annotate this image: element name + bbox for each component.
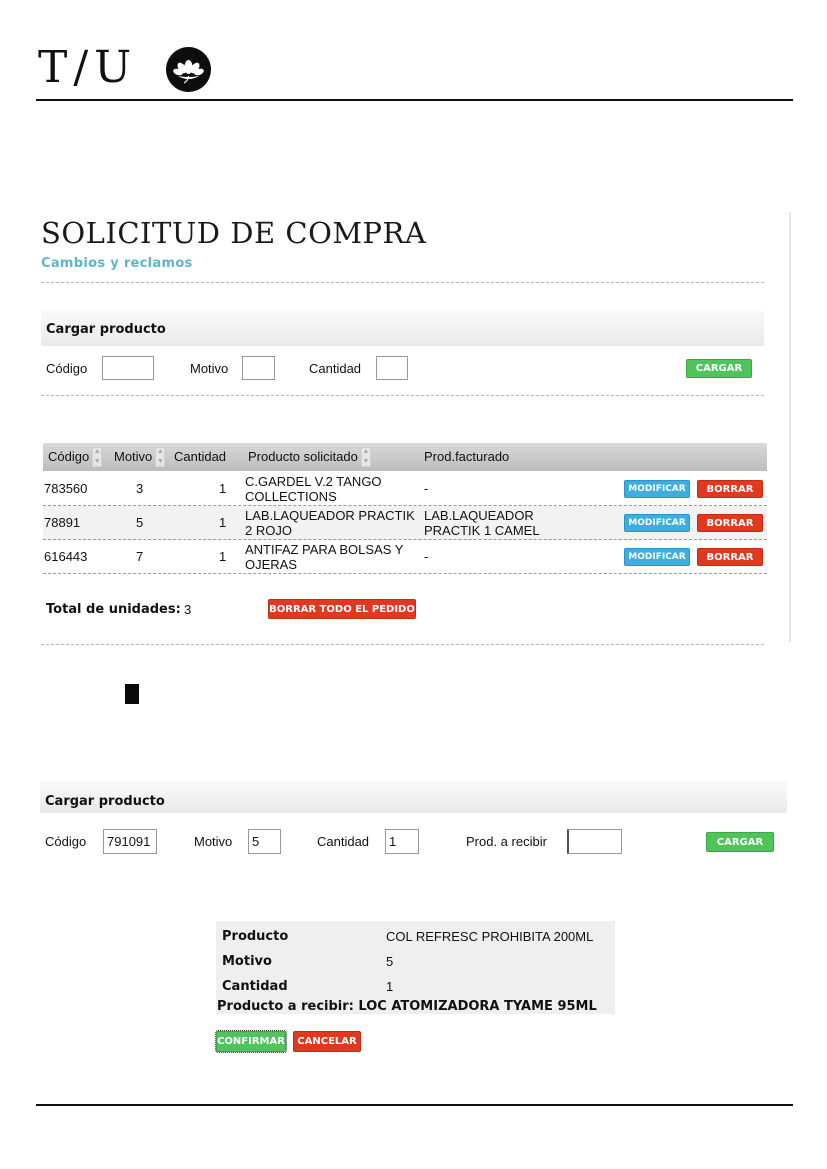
th-facturado: Prod.facturado <box>424 443 509 471</box>
cancel-button[interactable]: CANCELAR <box>293 1031 361 1052</box>
modify-button[interactable]: MODIFICAR <box>624 514 690 532</box>
table-row: 783560 3 1 C.GARDEL V.2 TANGO COLLECTION… <box>43 472 767 506</box>
delete-button[interactable]: BORRAR <box>697 480 763 498</box>
motivo-input[interactable] <box>248 829 281 854</box>
load-panel-title: Cargar producto <box>41 310 764 346</box>
table-row: 78891 5 1 LAB.LAQUEADOR PRACTIK 2 ROJO L… <box>43 506 767 540</box>
th-cantidad-label: Cantidad <box>174 449 227 464</box>
delete-button[interactable]: BORRAR <box>697 514 763 532</box>
th-producto-label: Producto solicitado <box>248 449 358 464</box>
sort-arrows-icon[interactable]: ▲ ▼ <box>92 447 103 467</box>
cell-cantidad: 1 <box>219 515 227 530</box>
cantidad-label: Cantidad <box>317 834 370 849</box>
motivo-label: Motivo <box>194 834 233 849</box>
cell-cantidad: 1 <box>219 481 227 496</box>
total-units-label: Total de unidades: <box>46 602 181 617</box>
motivo-input[interactable] <box>242 356 275 380</box>
cell-facturado: - <box>424 481 429 496</box>
summary-motivo-value: 5 <box>386 954 394 969</box>
summary-motivo-label: Motivo <box>222 954 272 969</box>
motivo-label: Motivo <box>190 361 229 376</box>
cell-producto: C.GARDEL V.2 TANGO COLLECTIONS <box>245 473 382 504</box>
codigo-input[interactable] <box>102 356 154 380</box>
modify-button[interactable]: MODIFICAR <box>624 480 690 498</box>
cell-facturado: - <box>424 549 429 564</box>
table-row: 616443 7 1 ANTIFAZ PARA BOLSAS Y OJERAS … <box>43 540 767 574</box>
flower-emblem-icon <box>166 47 211 92</box>
th-facturado-label: Prod.facturado <box>424 449 510 464</box>
cantidad-input[interactable] <box>376 356 408 380</box>
cell-producto: LAB.LAQUEADOR PRACTIK 2 ROJO <box>245 507 415 538</box>
cantidad-input[interactable] <box>385 829 419 854</box>
load-panel-2-title: Cargar producto <box>40 781 787 813</box>
cell-codigo: 783560 <box>44 481 88 496</box>
page-title: SOLICITUD DE COMPRA <box>41 216 427 250</box>
prod-recibir-label: Prod. a recibir <box>466 834 547 849</box>
cell-motivo: 5 <box>136 515 144 530</box>
table-header: Código ▲ ▼ Motivo ▲ ▼ Cantidad Producto so… <box>43 443 767 471</box>
th-cantidad: Cantidad <box>174 443 226 471</box>
total-units-value: 3 <box>184 602 192 617</box>
page-subtitle: Cambios y reclamos <box>41 256 193 271</box>
cell-codigo: 78891 <box>44 515 81 530</box>
footer-divider <box>36 1104 793 1106</box>
text-cursor-block <box>125 684 139 704</box>
header-divider <box>36 99 793 101</box>
codigo-label: Código <box>45 834 87 849</box>
delete-button[interactable]: BORRAR <box>697 548 763 566</box>
prod-recibir-input[interactable] <box>567 829 622 854</box>
codigo-label: Código <box>46 361 88 376</box>
sort-arrows-icon[interactable]: ▲ ▼ <box>360 447 371 467</box>
summary-cantidad-label: Cantidad <box>222 979 288 994</box>
delete-all-button[interactable]: BORRAR TODO EL PEDIDO <box>268 599 416 619</box>
cell-motivo: 7 <box>136 549 144 564</box>
summary-producto-label: Producto <box>222 929 289 944</box>
modify-button[interactable]: MODIFICAR <box>624 548 690 566</box>
cell-motivo: 3 <box>136 481 144 496</box>
summary-recibir-line: Producto a recibir: LOC ATOMIZADORA TYAM… <box>217 999 597 1014</box>
th-codigo-label: Código <box>48 449 90 464</box>
logo-text: T/U <box>38 42 138 93</box>
divider <box>41 395 764 396</box>
th-producto[interactable]: Producto solicitado ▲ ▼ <box>248 443 371 471</box>
th-motivo[interactable]: Motivo ▲ ▼ <box>114 443 166 471</box>
content-side-border <box>789 212 791 642</box>
confirmation-summary: Producto COL REFRESC PROHIBITA 200ML Mot… <box>216 921 615 1014</box>
th-codigo[interactable]: Código ▲ ▼ <box>48 443 103 471</box>
cargar-button[interactable]: CARGAR <box>686 359 752 378</box>
cantidad-label: Cantidad <box>309 361 362 376</box>
cell-facturado: LAB.LAQUEADOR PRACTIK 1 CAMEL <box>424 507 540 538</box>
th-motivo-label: Motivo <box>114 449 153 464</box>
cell-producto: ANTIFAZ PARA BOLSAS Y OJERAS <box>245 541 404 572</box>
sort-arrows-icon[interactable]: ▲ ▼ <box>155 447 166 467</box>
summary-producto-value: COL REFRESC PROHIBITA 200ML <box>386 929 594 944</box>
cargar-button-2[interactable]: CARGAR <box>706 832 774 852</box>
divider <box>41 644 764 645</box>
codigo-input[interactable] <box>103 829 157 854</box>
cell-codigo: 616443 <box>44 549 88 564</box>
summary-cantidad-value: 1 <box>386 979 394 994</box>
divider <box>41 282 764 283</box>
cell-cantidad: 1 <box>219 549 227 564</box>
confirm-button[interactable]: CONFIRMAR <box>215 1030 287 1053</box>
